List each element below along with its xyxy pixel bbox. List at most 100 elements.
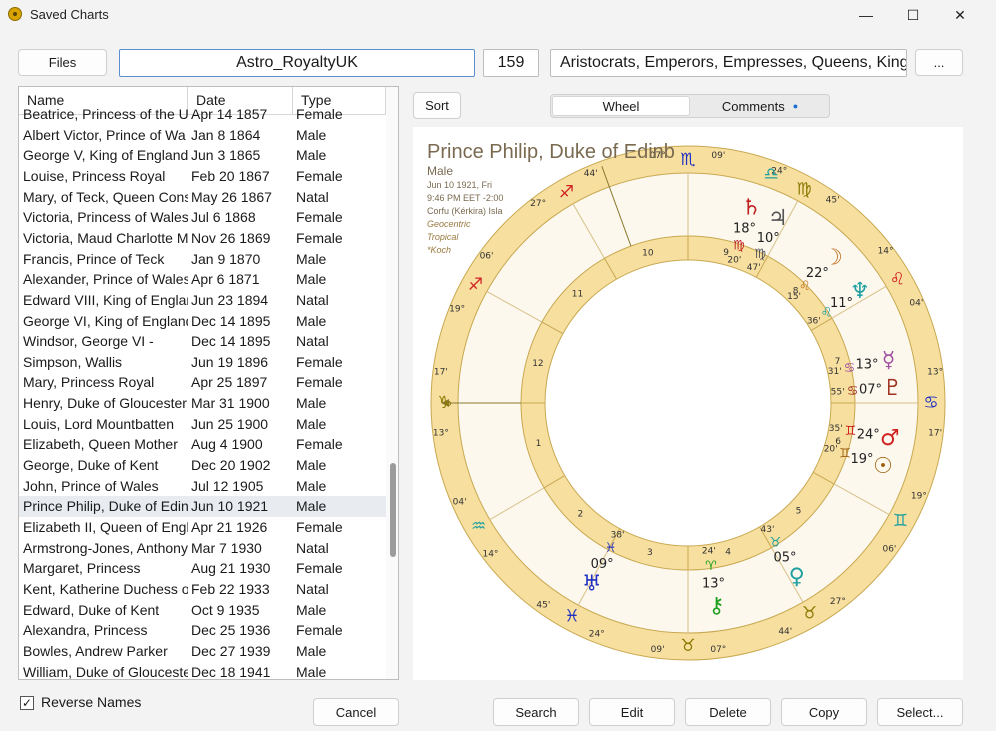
edit-button[interactable]: Edit [589, 698, 675, 726]
list-row[interactable]: Edward VIII, King of Englar Jun 23 1894 Na… [19, 290, 386, 311]
list-row[interactable]: Margaret, Princess Aug 21 1930 Female [19, 558, 386, 579]
row-date: Jun 10 1921 [191, 498, 269, 515]
list-row[interactable]: George VI, King of England Dec 14 1895 Mal… [19, 311, 386, 332]
row-name: Mary, of Teck, Queen Cons [23, 188, 188, 205]
planet-degree: 11° [830, 296, 853, 311]
cusp-minute: 09' [651, 645, 665, 655]
file-name-field[interactable]: Astro_RoyaltyUK [119, 49, 475, 77]
row-type: Male [296, 147, 327, 164]
files-button[interactable]: Files [18, 49, 107, 76]
planet-degree: 13° [702, 577, 725, 592]
cancel-button[interactable]: Cancel [313, 698, 399, 726]
planet-glyph: ♃ [768, 206, 788, 231]
list-row[interactable]: Alexander, Prince of Wales Apr 6 1871 Male [19, 269, 386, 290]
chart-zodiac: Tropical [427, 232, 459, 242]
list-row[interactable]: Edward, Duke of Kent Oct 9 1935 Male [19, 600, 386, 621]
planet-sign-glyph: ♋ [847, 384, 859, 399]
reverse-names-checkbox[interactable]: ✓ [20, 696, 34, 710]
list-row[interactable]: William, Duke of Glouceste Dec 18 1941 Mal… [19, 662, 386, 679]
planet-sign-glyph: ♋ [844, 361, 856, 376]
planet-sign-glyph: ♌ [821, 306, 833, 321]
row-type: Male [296, 498, 327, 515]
house-number: 3 [647, 548, 653, 558]
list-row[interactable]: Windsor, George VI - Dec 14 1895 Natal [19, 331, 386, 352]
cusp-minute: 04' [909, 299, 923, 309]
list-row[interactable]: Simpson, Wallis Jun 19 1896 Female [19, 352, 386, 373]
cusp-sign-glyph: ♊ [893, 511, 908, 531]
row-name: Edward, Duke of Kent [23, 601, 160, 618]
list-row[interactable]: George V, King of England Jun 3 1865 Male [19, 145, 386, 166]
select-button[interactable]: Select... [877, 698, 963, 726]
more-button[interactable]: ... [915, 49, 963, 76]
row-name: John, Prince of Wales [23, 477, 159, 494]
cusp-degree: 27° [530, 199, 546, 209]
reverse-names-label[interactable]: Reverse Names [41, 694, 141, 710]
planet-minute: 55' [831, 388, 845, 398]
list-row[interactable]: Victoria, Princess of Wales Jul 6 1868 Fem… [19, 207, 386, 228]
list-scrollbar[interactable] [386, 87, 398, 679]
tab-comments[interactable]: Comments ● [691, 96, 829, 116]
cusp-minute: 45' [536, 601, 550, 611]
sort-button[interactable]: Sort [413, 92, 461, 119]
cusp-sign-glyph: ♌ [890, 270, 905, 290]
list-row[interactable]: Francis, Prince of Teck Jan 9 1870 Male [19, 249, 386, 270]
row-name: Edward VIII, King of Englar [23, 291, 188, 308]
planet-minute: 38' [611, 530, 625, 540]
list-row[interactable]: Bowles, Andrew Parker Dec 27 1939 Male [19, 641, 386, 662]
planet-degree: 19° [851, 452, 874, 467]
row-name: Elizabeth II, Queen of Engl [23, 519, 188, 535]
list-row[interactable]: Elizabeth, Queen Mother Aug 4 1900 Female [19, 434, 386, 455]
tab-wheel[interactable]: Wheel [552, 96, 690, 116]
chart-list[interactable]: Name Date Type Beatrice, Princess of the… [18, 86, 399, 680]
list-row[interactable]: Mary, Princess Royal Apr 25 1897 Female [19, 372, 386, 393]
file-description-field[interactable]: Aristocrats, Emperors, Empresses, Queens… [550, 49, 907, 77]
cusp-sign-glyph: ♉ [802, 603, 817, 623]
list-row[interactable]: Elizabeth II, Queen of Engl Apr 21 1926 Fe… [19, 517, 386, 538]
list-row[interactable]: Henry, Duke of Gloucester Mar 31 1900 Male [19, 393, 386, 414]
copy-button[interactable]: Copy [781, 698, 867, 726]
list-row[interactable]: Armstrong-Jones, Anthony Mar 7 1930 Natal [19, 538, 386, 559]
cusp-degree: 13° [927, 368, 943, 378]
list-row[interactable]: Alexandra, Princess Dec 25 1936 Female [19, 620, 386, 641]
delete-button[interactable]: Delete [685, 698, 771, 726]
row-date: Dec 14 1895 [191, 312, 271, 329]
search-button[interactable]: Search [493, 698, 579, 726]
cusp-sign-glyph: ♐ [468, 275, 483, 295]
chart-place: Corfu (Kérkira) Isla [427, 206, 503, 216]
row-date: Jul 12 1905 [191, 477, 264, 494]
planet-sign-glyph: ♍ [755, 247, 767, 262]
planet-glyph: ♆ [850, 279, 870, 304]
list-row[interactable]: Kent, Katherine Duchess o Feb 22 1933 Nata… [19, 579, 386, 600]
maximize-button[interactable]: ☐ [890, 0, 936, 30]
chart-time: 9:46 PM EET -2:00 [427, 193, 504, 203]
planet-minute: 43' [761, 525, 775, 535]
row-name: Elizabeth, Queen Mother [23, 436, 178, 453]
scrollbar-thumb[interactable] [390, 463, 396, 557]
list-row[interactable]: Victoria, Maud Charlotte M Nov 26 1869 Fem… [19, 228, 386, 249]
row-name: George V, King of England [23, 147, 188, 164]
list-row[interactable]: Albert Victor, Prince of Wa Jan 8 1864 Mal… [19, 125, 386, 146]
row-date: Nov 26 1869 [191, 229, 271, 246]
list-row[interactable]: Mary, of Teck, Queen Cons May 26 1867 Nata… [19, 187, 386, 208]
list-row[interactable]: Louis, Lord Mountbatten Jun 25 1900 Male [19, 414, 386, 435]
row-date: Mar 31 1900 [191, 395, 270, 412]
row-type: Male [296, 312, 327, 329]
row-type: Female [296, 374, 343, 391]
row-name: Francis, Prince of Teck [23, 250, 165, 267]
planet-minute: 35' [829, 424, 843, 434]
row-date: Dec 20 1902 [191, 457, 271, 474]
row-date: Aug 4 1900 [191, 436, 263, 453]
close-button[interactable]: ✕ [937, 0, 983, 30]
list-row[interactable]: Beatrice, Princess of the Ur Apr 14 1857 F… [19, 104, 386, 125]
cusp-minute: 44' [584, 169, 598, 179]
row-date: Apr 14 1857 [191, 106, 268, 122]
tab-comments-label: Comments [721, 98, 785, 114]
cusp-sign-glyph: ♋ [923, 393, 938, 413]
list-row[interactable]: George, Duke of Kent Dec 20 1902 Male [19, 455, 386, 476]
list-row[interactable]: Prince Philip, Duke of Edin Jun 10 1921 Ma… [19, 496, 386, 517]
chart-wheel-panel: 1 2 3 4 5 6 7 8 9 10 11 12 ♑ 13° 17' ♒ 14° 04' ♓ 24° 45' ♉ 07°… [413, 127, 963, 680]
list-row[interactable]: John, Prince of Wales Jul 12 1905 Male [19, 476, 386, 497]
minimize-button[interactable]: — [843, 0, 889, 30]
chart-date: Jun 10 1921, Fri [427, 180, 493, 190]
list-row[interactable]: Louise, Princess Royal Feb 20 1867 Female [19, 166, 386, 187]
